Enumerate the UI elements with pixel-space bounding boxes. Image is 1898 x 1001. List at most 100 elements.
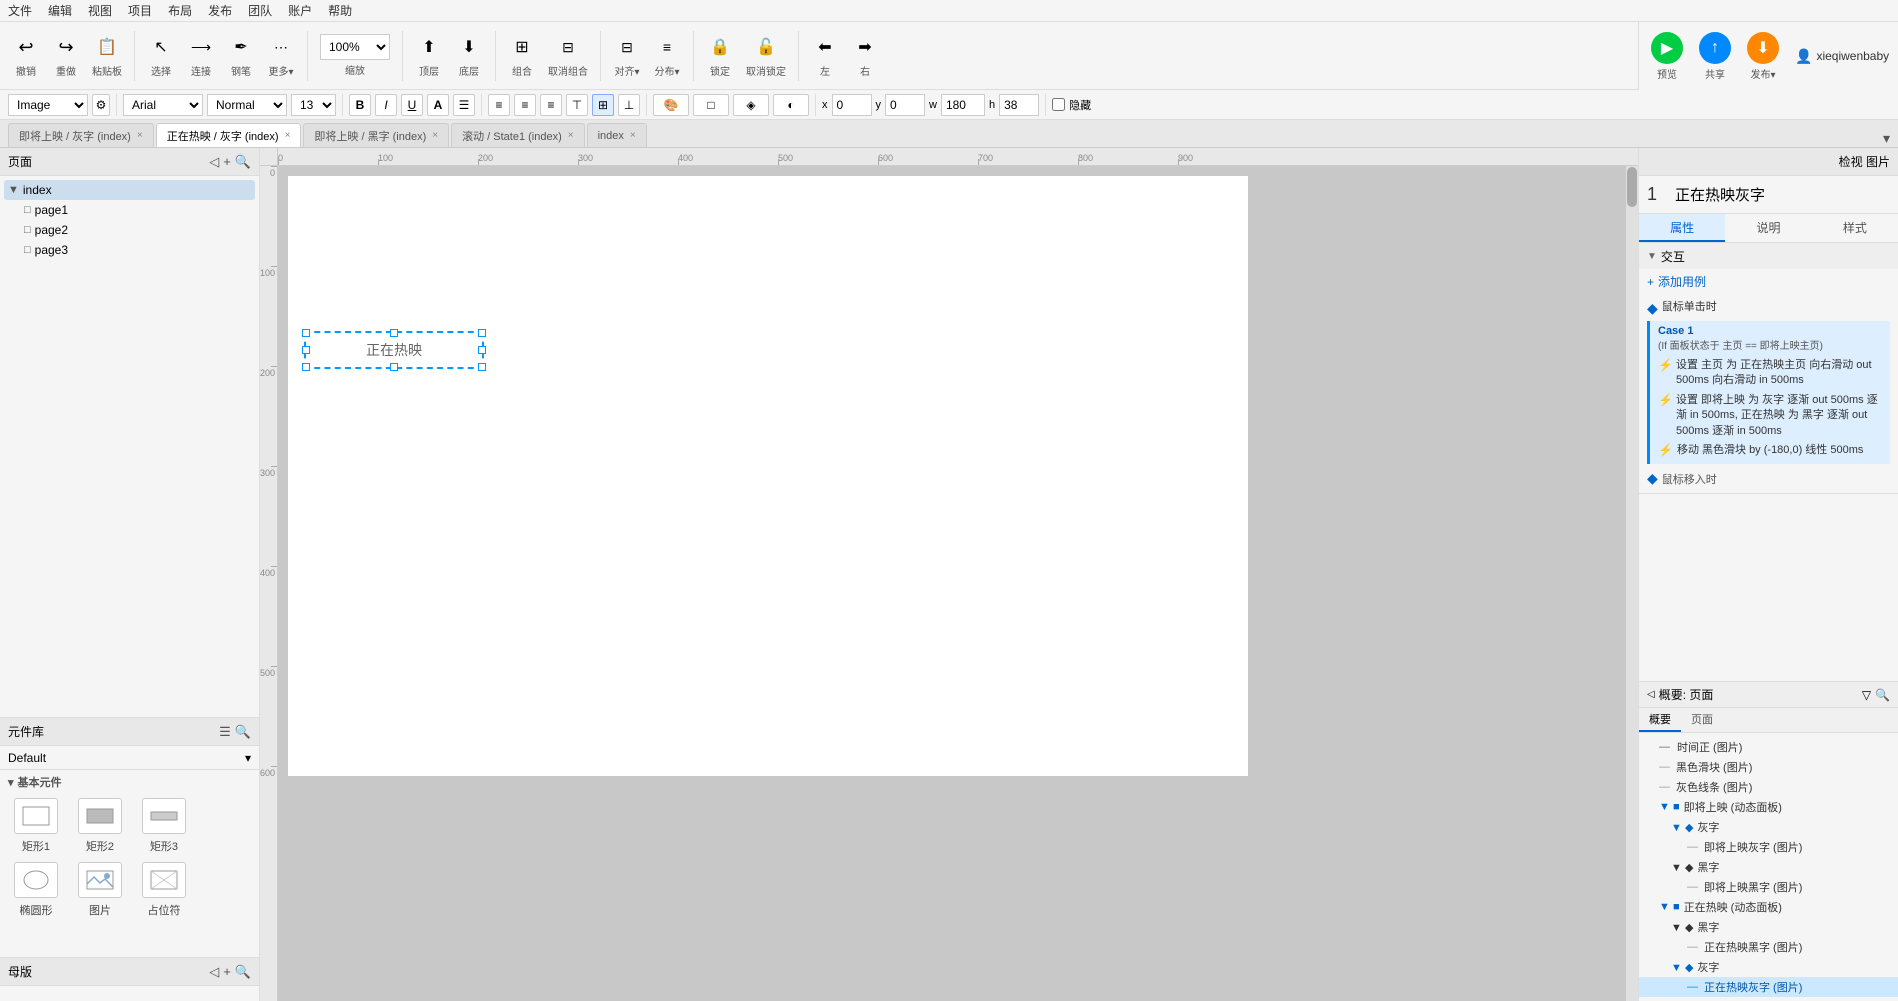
- redo-button[interactable]: ↪: [52, 33, 80, 61]
- font-size-select[interactable]: 13: [291, 94, 336, 116]
- handle-tc[interactable]: [390, 329, 398, 337]
- lock-button[interactable]: 🔒: [706, 33, 734, 61]
- component-ellipse[interactable]: 椭圆形: [8, 862, 64, 918]
- fill-color-button[interactable]: 🎨: [653, 94, 689, 116]
- menu-team[interactable]: 团队: [248, 2, 272, 19]
- master-search-icon[interactable]: 🔍: [235, 964, 251, 980]
- tree-item-page1[interactable]: □ page1: [4, 200, 255, 220]
- add-interaction-button[interactable]: + 添加用例: [1639, 269, 1898, 294]
- x-input[interactable]: [832, 94, 872, 116]
- menu-layout[interactable]: 布局: [168, 2, 192, 19]
- scrollbar-thumb[interactable]: [1627, 167, 1637, 207]
- ov-item-7[interactable]: — 即将上映黑字 (图片): [1639, 877, 1898, 897]
- pages-collapse-icon[interactable]: ◁: [209, 154, 219, 170]
- align-right-button[interactable]: ≡: [540, 94, 562, 116]
- tab-style[interactable]: 样式: [1812, 214, 1898, 242]
- clipboard-button[interactable]: 📋: [93, 33, 121, 61]
- canvas-content[interactable]: 正在热映: [278, 166, 1638, 1001]
- tab-expand-button[interactable]: ▾: [1883, 130, 1890, 147]
- align-middle-button[interactable]: ⊞: [592, 94, 614, 116]
- tab-2[interactable]: 即将上映 / 黑字 (index) ×: [303, 123, 449, 147]
- top-button[interactable]: ⬆: [415, 33, 443, 61]
- list-button[interactable]: ☰: [453, 94, 475, 116]
- unlock-button[interactable]: 🔓: [752, 33, 780, 61]
- ov-item-10[interactable]: — 正在热映黑字 (图片): [1639, 937, 1898, 957]
- ov-item-1[interactable]: — 黑色滑块 (图片): [1639, 757, 1898, 777]
- tab-properties[interactable]: 属性: [1639, 214, 1725, 242]
- tree-item-page3[interactable]: □ page3: [4, 240, 255, 260]
- tree-item-index[interactable]: ▼ index: [4, 180, 255, 200]
- scrollbar-vertical[interactable]: [1626, 166, 1638, 1001]
- ov-item-5[interactable]: — 即将上映灰字 (图片): [1639, 837, 1898, 857]
- overview-tab-pages[interactable]: 页面: [1681, 708, 1723, 732]
- align-bottom-button[interactable]: ⊥: [618, 94, 640, 116]
- undo-button[interactable]: ↩: [12, 33, 40, 61]
- handle-bl[interactable]: [302, 363, 310, 371]
- component-image[interactable]: 图片: [72, 862, 128, 918]
- tab-description[interactable]: 说明: [1725, 214, 1811, 242]
- bottom-button[interactable]: ⬇: [455, 33, 483, 61]
- tab-1[interactable]: 正在热映 / 灰字 (index) ×: [156, 123, 302, 147]
- more-button[interactable]: ⋯: [267, 33, 295, 61]
- align-center-button[interactable]: ≡: [514, 94, 536, 116]
- menu-publish[interactable]: 发布: [208, 2, 232, 19]
- selected-element[interactable]: 正在热映: [304, 331, 484, 369]
- preview-button[interactable]: ▶ 预览: [1651, 32, 1683, 81]
- component-rect3[interactable]: 矩形3: [136, 798, 192, 854]
- ov-item-2[interactable]: — 灰色线条 (图片): [1639, 777, 1898, 797]
- handle-mr[interactable]: [478, 346, 486, 354]
- handle-tl[interactable]: [302, 329, 310, 337]
- component-rect1[interactable]: 矩形1: [8, 798, 64, 854]
- menu-view[interactable]: 视图: [88, 2, 112, 19]
- ov-item-0[interactable]: — 时间正 (图片): [1639, 737, 1898, 757]
- h-input[interactable]: [999, 94, 1039, 116]
- overview-tab-summary[interactable]: 概要: [1639, 708, 1681, 732]
- ungroup-button[interactable]: ⊟: [554, 33, 582, 61]
- tab-close-4[interactable]: ×: [630, 130, 636, 141]
- bold-button[interactable]: B: [349, 94, 371, 116]
- tab-close-3[interactable]: ×: [568, 130, 574, 141]
- ov-item-3[interactable]: ▼ ■ 即将上映 (动态面板): [1639, 797, 1898, 817]
- right-button[interactable]: ➡: [851, 33, 879, 61]
- tab-4[interactable]: index ×: [587, 123, 647, 147]
- distribute-button[interactable]: ≡: [653, 33, 681, 61]
- component-menu-icon[interactable]: ☰: [219, 724, 231, 740]
- left-button[interactable]: ⬅: [811, 33, 839, 61]
- handle-br[interactable]: [478, 363, 486, 371]
- menu-file[interactable]: 文件: [8, 2, 32, 19]
- menu-edit[interactable]: 编辑: [48, 2, 72, 19]
- pen-button[interactable]: ✒: [227, 33, 255, 61]
- ov-item-6[interactable]: ▼ ◆ 黑字: [1639, 857, 1898, 877]
- opacity-button[interactable]: ◐: [773, 94, 809, 116]
- pages-search-icon[interactable]: 🔍: [235, 154, 251, 170]
- element-settings-button[interactable]: ⚙: [92, 94, 110, 116]
- interaction-section-header[interactable]: ▼ 交互: [1639, 243, 1898, 269]
- master-add-icon[interactable]: +: [223, 964, 231, 980]
- tab-close-0[interactable]: ×: [137, 130, 143, 141]
- overview-filter-icon[interactable]: ▽: [1862, 688, 1871, 702]
- ov-item-9[interactable]: ▼ ◆ 黑字: [1639, 917, 1898, 937]
- handle-bc[interactable]: [390, 363, 398, 371]
- align-button[interactable]: ⊟: [613, 33, 641, 61]
- hidden-checkbox[interactable]: [1052, 98, 1065, 111]
- component-rect2[interactable]: 矩形2: [72, 798, 128, 854]
- menu-account[interactable]: 账户: [288, 2, 312, 19]
- pages-add-icon[interactable]: +: [223, 154, 231, 170]
- handle-ml[interactable]: [302, 346, 310, 354]
- tab-close-2[interactable]: ×: [432, 130, 438, 141]
- ov-item-8[interactable]: ▼ ■ 正在热映 (动态面板): [1639, 897, 1898, 917]
- font-color-button[interactable]: A: [427, 94, 449, 116]
- select-button[interactable]: ↖: [147, 33, 175, 61]
- tab-0[interactable]: 即将上映 / 灰字 (index) ×: [8, 123, 154, 147]
- publish-button[interactable]: ⬇ 发布▾: [1747, 32, 1779, 81]
- share-button[interactable]: ↑ 共享: [1699, 32, 1731, 81]
- user-info[interactable]: 👤 xieqiwenbaby: [1795, 48, 1889, 65]
- component-search-icon[interactable]: 🔍: [235, 724, 251, 740]
- font-style-select[interactable]: Normal: [207, 94, 287, 116]
- y-input[interactable]: [885, 94, 925, 116]
- w-input[interactable]: [941, 94, 985, 116]
- tab-close-1[interactable]: ×: [285, 130, 291, 141]
- component-placeholder[interactable]: 占位符: [136, 862, 192, 918]
- ov-item-13[interactable]: — 广告 (图片): [1639, 997, 1898, 1001]
- case1-block[interactable]: Case 1 (If 面板状态于 主页 == 即将上映主页) ⚡ 设置 主页 为…: [1647, 321, 1890, 464]
